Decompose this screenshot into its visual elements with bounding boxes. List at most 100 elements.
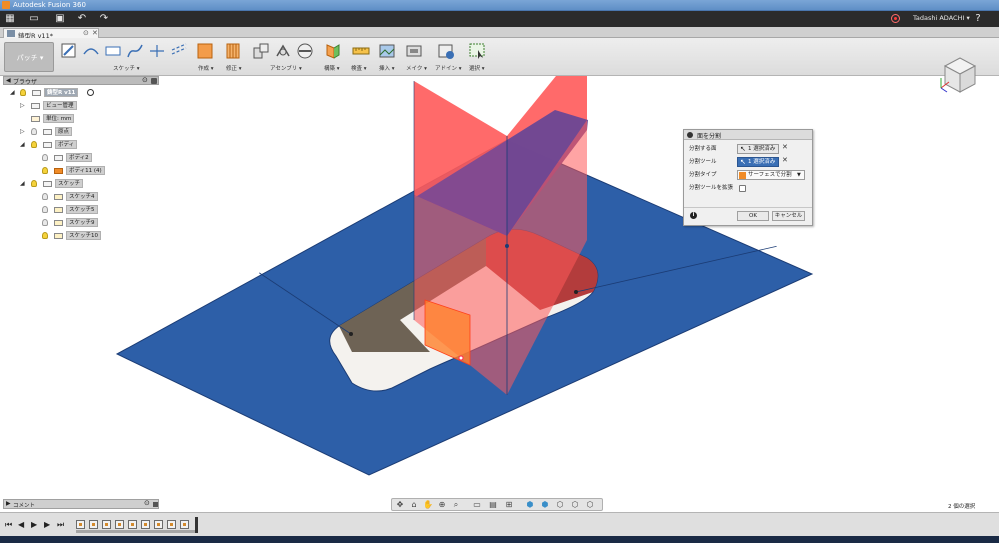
arc-icon[interactable]: [82, 42, 100, 60]
visibility-bulb-icon[interactable]: [42, 154, 48, 161]
timeline-feature[interactable]: [128, 520, 137, 529]
insert-image-icon[interactable]: [378, 42, 396, 60]
new-component-icon[interactable]: [252, 42, 270, 60]
rectangle-icon[interactable]: [104, 42, 122, 60]
visibility-bulb-icon[interactable]: [31, 141, 37, 148]
play-icon[interactable]: ▶: [31, 520, 37, 529]
timeline-feature[interactable]: [141, 520, 150, 529]
tab-close-icon[interactable]: ✕: [92, 29, 98, 37]
apps-grid-icon[interactable]: ▦: [4, 13, 16, 25]
section-analysis-icon[interactable]: ⬢: [525, 500, 535, 510]
trim-icon[interactable]: [148, 42, 166, 60]
comment-panel[interactable]: ▶ コメント ⊙: [3, 499, 159, 509]
visibility-bulb-icon[interactable]: [42, 232, 48, 239]
info-icon[interactable]: i: [690, 212, 697, 219]
splitting-tool-selector[interactable]: ↖ 1 選択済み: [737, 157, 779, 167]
timeline-feature[interactable]: [180, 520, 189, 529]
addins-icon[interactable]: [437, 42, 455, 60]
addins-menu[interactable]: アドイン ▾: [435, 64, 462, 72]
expand-arrow-icon[interactable]: ▶: [6, 500, 11, 507]
undo-icon[interactable]: ↶: [76, 13, 88, 25]
expand-arrow-icon[interactable]: ◢: [10, 89, 15, 96]
extend-tool-checkbox[interactable]: [739, 185, 746, 192]
browser-header[interactable]: ◀ ブラウザ ⊙: [3, 76, 159, 86]
timeline-feature[interactable]: [102, 520, 111, 529]
zoom-icon[interactable]: ⊕: [437, 500, 447, 510]
grid-settings-icon[interactable]: ▤: [488, 500, 498, 510]
visibility-bulb-icon[interactable]: [42, 219, 48, 226]
pin-icon[interactable]: ⊙: [142, 76, 148, 84]
sketch-point-c[interactable]: [505, 244, 509, 248]
make-3d-print-icon[interactable]: [405, 42, 423, 60]
browser-item-origin[interactable]: ▷ 原点: [20, 127, 140, 137]
browser-item-units[interactable]: 単位: mm: [20, 114, 140, 124]
close-panel-icon[interactable]: [151, 78, 157, 84]
document-tab[interactable]: 鋳型R v11* ⊙ ✕: [3, 28, 99, 40]
display-settings-icon[interactable]: ▭: [472, 500, 482, 510]
faces-to-split-selector[interactable]: ↖ 1 選択済み: [737, 144, 779, 154]
spline-icon[interactable]: [126, 42, 144, 60]
modify-icon[interactable]: [224, 42, 242, 60]
step-forward-icon[interactable]: ▶: [44, 520, 50, 529]
joint-icon[interactable]: [274, 42, 292, 60]
construct-menu[interactable]: 構築 ▾: [324, 64, 340, 72]
visibility-bulb-icon[interactable]: [31, 180, 37, 187]
curvature-analysis-icon[interactable]: ⬡: [570, 500, 580, 510]
redo-icon[interactable]: ↷: [98, 13, 110, 25]
workspace-switcher[interactable]: パッチ ▾: [4, 42, 54, 72]
ok-button[interactable]: OK: [737, 211, 769, 221]
timeline-feature[interactable]: [167, 520, 176, 529]
visibility-bulb-icon[interactable]: [42, 193, 48, 200]
visibility-bulb-icon[interactable]: [42, 206, 48, 213]
step-back-icon[interactable]: ◀: [18, 520, 24, 529]
browser-item-view-management[interactable]: ▷ ビュー管理: [20, 101, 140, 111]
browser-item-sketch9[interactable]: スケッチ9: [40, 218, 150, 228]
browser-item-sketch5[interactable]: スケッチ5: [40, 205, 150, 215]
select-menu[interactable]: 選択 ▾: [469, 64, 485, 72]
timeline-feature[interactable]: [154, 520, 163, 529]
browser-item-sketches[interactable]: ◢ スケッチ: [20, 179, 140, 189]
sketch-menu[interactable]: スケッチ ▾: [113, 64, 140, 72]
measure-icon[interactable]: [352, 42, 370, 60]
close-panel-icon[interactable]: [153, 502, 158, 507]
create-menu[interactable]: 作成 ▾: [198, 64, 214, 72]
user-menu[interactable]: Tadashi ADACHI ▾: [913, 14, 970, 22]
orbit-icon[interactable]: ✥: [395, 500, 405, 510]
modify-menu[interactable]: 修正 ▾: [226, 64, 242, 72]
browser-item-sketch10[interactable]: スケッチ10: [40, 231, 150, 241]
browser-item-body11[interactable]: ボディ11 (4): [40, 166, 150, 176]
sketch-point-b[interactable]: [574, 290, 578, 294]
clear-tool-icon[interactable]: ✕: [782, 156, 788, 164]
accessibility-analysis-icon[interactable]: ⬡: [585, 500, 595, 510]
viewports-icon[interactable]: ⊞: [504, 500, 514, 510]
fit-icon[interactable]: ⌕: [451, 500, 461, 510]
timeline-feature[interactable]: [115, 520, 124, 529]
collapse-icon[interactable]: [687, 132, 693, 138]
timeline-feature[interactable]: [76, 520, 85, 529]
split-type-select[interactable]: サーフェスで分割 ▼: [737, 170, 805, 180]
collapse-arrow-icon[interactable]: ◀: [6, 77, 11, 84]
go-to-end-icon[interactable]: ⏭: [57, 520, 64, 530]
activate-radio-icon[interactable]: [87, 89, 94, 96]
cancel-button[interactable]: キャンセル: [772, 211, 805, 221]
save-icon[interactable]: ▣: [54, 13, 66, 25]
offset-icon[interactable]: [170, 42, 188, 60]
make-menu[interactable]: メイク ▾: [406, 64, 427, 72]
browser-item-body2[interactable]: ボディ2: [40, 153, 150, 163]
expand-arrow-icon[interactable]: ◢: [20, 141, 25, 148]
go-to-start-icon[interactable]: ⏮: [5, 520, 12, 530]
draft-analysis-icon[interactable]: ⬡: [555, 500, 565, 510]
expand-arrow-icon[interactable]: ▷: [20, 128, 25, 135]
visibility-bulb-icon[interactable]: [42, 167, 48, 174]
assemble-menu[interactable]: アセンブリ ▾: [270, 64, 302, 72]
browser-root-node[interactable]: ◢ 鋳型R v11: [10, 88, 150, 98]
timeline-feature[interactable]: [89, 520, 98, 529]
sketch-point-d[interactable]: [458, 355, 464, 361]
pin-icon[interactable]: ⊙: [144, 499, 150, 507]
record-icon[interactable]: [891, 14, 900, 23]
view-cube[interactable]: [935, 52, 985, 97]
inspect-menu[interactable]: 検査 ▾: [351, 64, 367, 72]
select-icon[interactable]: [468, 42, 486, 60]
sketch-point-a[interactable]: [349, 332, 353, 336]
look-at-icon[interactable]: ⌂: [409, 500, 419, 510]
